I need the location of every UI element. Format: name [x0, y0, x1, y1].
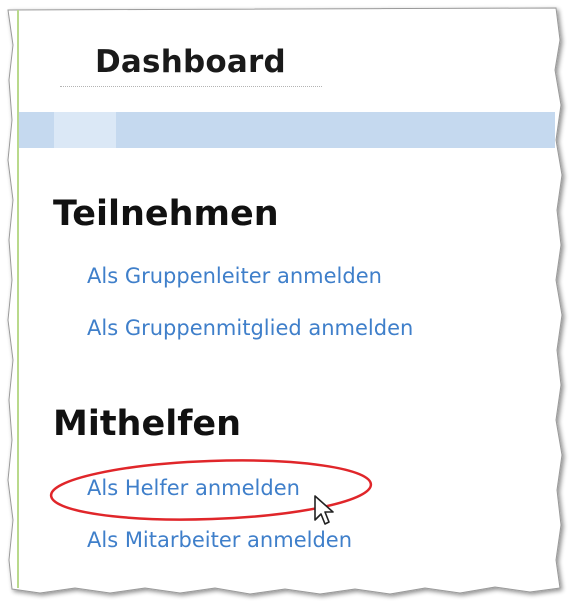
- torn-paper-outline: [7, 7, 563, 595]
- left-accent-border: [17, 10, 19, 588]
- section-heading-mithelfen: Mithelfen: [53, 404, 242, 444]
- section-heading-teilnehmen: Teilnehmen: [53, 194, 279, 234]
- tab-dashboard[interactable]: Dashboard: [60, 38, 322, 87]
- header-bar-segment: [54, 112, 116, 148]
- screenshot-stage: Dashboard Teilnehmen Als Gruppenleiter a…: [0, 0, 571, 602]
- link-mitarbeiter-anmelden[interactable]: Als Mitarbeiter anmelden: [87, 528, 352, 552]
- link-gruppenleiter-anmelden[interactable]: Als Gruppenleiter anmelden: [87, 264, 382, 288]
- link-gruppenmitglied-anmelden[interactable]: Als Gruppenmitglied anmelden: [87, 316, 413, 340]
- tab-dashboard-label: Dashboard: [95, 44, 286, 80]
- link-helfer-anmelden[interactable]: Als Helfer anmelden: [87, 476, 300, 500]
- torn-paper-card: Dashboard Teilnehmen Als Gruppenleiter a…: [0, 0, 571, 602]
